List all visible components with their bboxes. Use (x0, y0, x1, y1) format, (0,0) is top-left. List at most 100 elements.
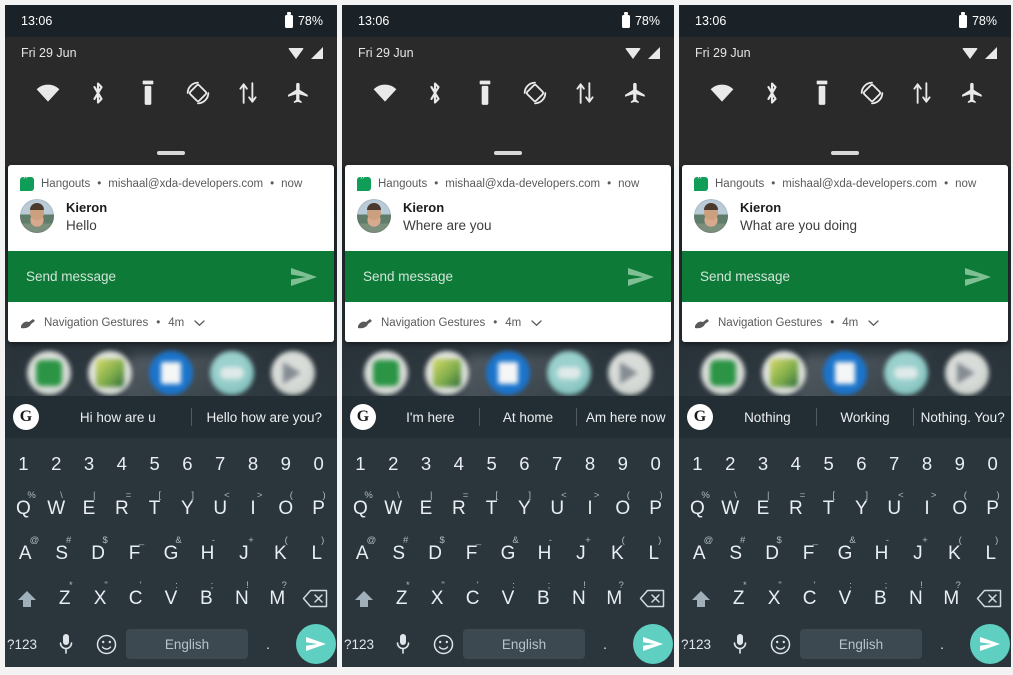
suggestion-chip[interactable]: Nothing. You? (914, 410, 1011, 425)
shade-drag-handle[interactable] (831, 151, 859, 155)
shift-key[interactable] (681, 576, 721, 621)
key-o[interactable]: (O (269, 486, 302, 531)
key-w[interactable]: \ W (714, 486, 747, 531)
suggestion-chip[interactable]: Am here now (577, 410, 674, 425)
key-h[interactable]: -H (863, 531, 899, 576)
suggestion-chip[interactable]: Working (817, 410, 914, 425)
key-7[interactable]: 7 (541, 441, 574, 486)
key-y[interactable]: ] Y (171, 486, 204, 531)
key-e[interactable]: | E (410, 486, 443, 531)
dock-app-icon-2[interactable] (762, 351, 807, 395)
reply-input[interactable]: Send message (26, 269, 116, 284)
keyboard-send-key[interactable] (625, 622, 674, 667)
key-z[interactable]: * Z (384, 576, 419, 621)
hangouts-notification-card[interactable]: Hangouts • mishaal@xda-developers.com • … (682, 165, 1008, 342)
bluetooth-tile[interactable] (81, 76, 115, 110)
key-4[interactable]: 4 (442, 441, 475, 486)
key-a[interactable]: @ A (344, 531, 380, 576)
suggestion-chip[interactable]: At home (480, 410, 577, 425)
key-d[interactable]: $ D (417, 531, 453, 576)
key-5[interactable]: 5 (138, 441, 171, 486)
key-v[interactable]: :V (490, 576, 525, 621)
chevron-down-icon[interactable] (868, 319, 879, 327)
spacebar-key[interactable]: English (800, 629, 922, 659)
key-s[interactable]: # S (717, 531, 753, 576)
auto-rotate-tile[interactable] (855, 76, 889, 110)
wifi-tile[interactable] (368, 76, 402, 110)
key-t[interactable]: [T (812, 486, 845, 531)
period-key[interactable]: . (248, 622, 288, 667)
navigation-gestures-notification[interactable]: Navigation Gestures • 4m (682, 302, 1008, 342)
key-1[interactable]: 1 (681, 441, 714, 486)
flashlight-tile[interactable] (805, 76, 839, 110)
key-y[interactable]: ] Y (845, 486, 878, 531)
key-b[interactable]: ; B (526, 576, 561, 621)
key-c[interactable]: ' C (455, 576, 490, 621)
google-logo-icon[interactable]: G (687, 404, 713, 430)
chevron-down-icon[interactable] (194, 319, 205, 327)
key-d[interactable]: $ D (754, 531, 790, 576)
key-2[interactable]: 2 (714, 441, 747, 486)
flashlight-tile[interactable] (468, 76, 502, 110)
dock-app-icon-2[interactable] (425, 351, 470, 395)
key-b[interactable]: ; B (863, 576, 898, 621)
key-5[interactable]: 5 (812, 441, 845, 486)
send-button[interactable] (296, 624, 336, 664)
dock-app-icon-1[interactable] (27, 351, 72, 395)
key-j[interactable]: + J (563, 531, 599, 576)
dock-app-icon-5[interactable] (270, 351, 315, 395)
symbols-key[interactable]: ?123 (342, 622, 383, 667)
key-6[interactable]: 6 (508, 441, 541, 486)
hangouts-notification-card[interactable]: Hangouts • mishaal@xda-developers.com • … (8, 165, 334, 342)
key-a[interactable]: @ A (681, 531, 717, 576)
dock-app-icon-4[interactable] (209, 351, 254, 395)
key-8[interactable]: 8 (237, 441, 270, 486)
key-o[interactable]: (O (943, 486, 976, 531)
send-button[interactable] (970, 624, 1010, 664)
key-9[interactable]: 9 (943, 441, 976, 486)
key-r[interactable]: = R (779, 486, 812, 531)
shade-drag-handle[interactable] (157, 151, 185, 155)
key-6[interactable]: 6 (171, 441, 204, 486)
backspace-key[interactable] (632, 576, 672, 621)
emoji-key[interactable] (423, 622, 463, 667)
mobile-data-tile[interactable] (231, 76, 265, 110)
key-v[interactable]: :V (827, 576, 862, 621)
mobile-data-tile[interactable] (905, 76, 939, 110)
shift-key[interactable] (344, 576, 384, 621)
key-0[interactable]: 0 (302, 441, 335, 486)
key-2[interactable]: 2 (40, 441, 73, 486)
key-p[interactable]: ) P (302, 486, 335, 531)
dock-app-icon-5[interactable] (944, 351, 989, 395)
auto-rotate-tile[interactable] (518, 76, 552, 110)
key-k[interactable]: (K (262, 531, 298, 576)
keyboard-send-key[interactable] (288, 622, 337, 667)
key-0[interactable]: 0 (976, 441, 1009, 486)
key-w[interactable]: \ W (377, 486, 410, 531)
key-s[interactable]: # S (43, 531, 79, 576)
emoji-key[interactable] (86, 622, 126, 667)
hangouts-notification-card[interactable]: Hangouts • mishaal@xda-developers.com • … (345, 165, 671, 342)
keyboard-send-key[interactable] (962, 622, 1011, 667)
key-j[interactable]: + J (226, 531, 262, 576)
send-icon[interactable] (627, 267, 655, 287)
key-0[interactable]: 0 (639, 441, 672, 486)
dock-app-icon-5[interactable] (607, 351, 652, 395)
backspace-key[interactable] (295, 576, 335, 621)
key-9[interactable]: 9 (269, 441, 302, 486)
key-h[interactable]: -H (189, 531, 225, 576)
key-l[interactable]: ) L (973, 531, 1009, 576)
key-7[interactable]: 7 (878, 441, 911, 486)
auto-rotate-tile[interactable] (181, 76, 215, 110)
airplane-mode-tile[interactable] (281, 76, 315, 110)
key-f[interactable]: _ F (116, 531, 152, 576)
key-c[interactable]: ' C (792, 576, 827, 621)
reply-input[interactable]: Send message (363, 269, 453, 284)
key-t[interactable]: [T (138, 486, 171, 531)
shade-drag-handle[interactable] (494, 151, 522, 155)
dock-app-icon-4[interactable] (546, 351, 591, 395)
spacebar-key[interactable]: English (126, 629, 248, 659)
key-x[interactable]: " X (419, 576, 454, 621)
google-logo-icon[interactable]: G (13, 404, 39, 430)
key-l[interactable]: ) L (299, 531, 335, 576)
